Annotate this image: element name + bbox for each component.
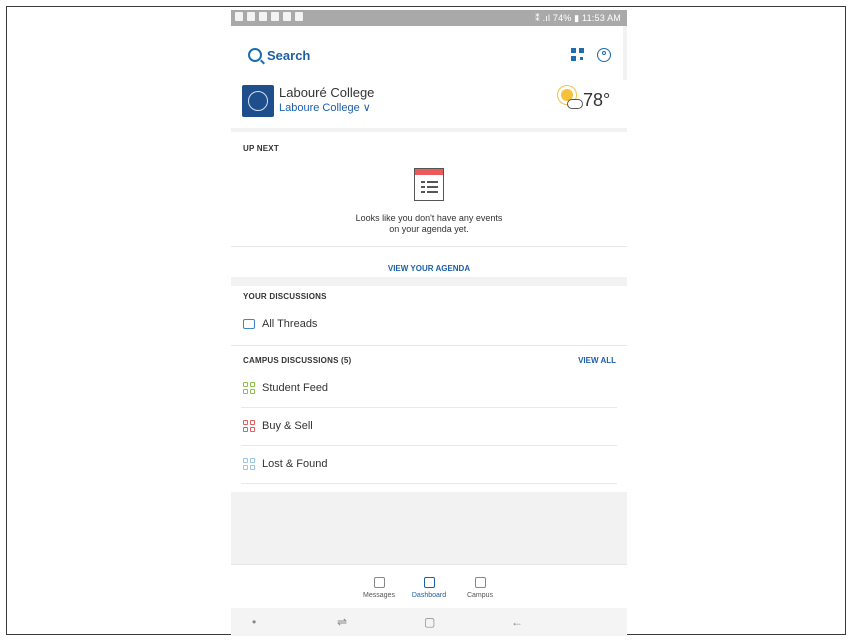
- campus-discussions-title: CAMPUS DISCUSSIONS (5): [243, 356, 352, 365]
- up-next-title: UP NEXT: [243, 144, 279, 153]
- android-icon: [283, 12, 291, 21]
- college-logo: [242, 85, 274, 117]
- college-header: Labouré College Laboure College ∨ 78°: [231, 80, 627, 128]
- empty-agenda-line2: on your agenda yet.: [389, 224, 469, 234]
- phone-screen: ⁑ .ıl 74% ▮ 11:53 AM Search Labouré Coll…: [231, 10, 627, 636]
- divider: [241, 483, 617, 484]
- dot-icon[interactable]: •: [252, 615, 256, 629]
- nav-messages-label: Messages: [363, 592, 395, 599]
- back-icon[interactable]: ←: [511, 615, 523, 629]
- college-selector[interactable]: Laboure College ∨: [279, 101, 371, 114]
- divider: [231, 246, 627, 247]
- weather-cloud-icon: [567, 99, 583, 109]
- campus-grid-icon: [474, 577, 486, 588]
- nav-dashboard-label: Dashboard: [411, 592, 447, 599]
- empty-agenda-line1: Looks like you don't have any events: [355, 213, 503, 223]
- message-icon: [373, 577, 385, 588]
- shield-icon: [295, 12, 303, 21]
- search-bar[interactable]: Search: [231, 26, 623, 80]
- status-right: ⁑ .ıl 74% ▮ 11:53 AM: [535, 13, 621, 23]
- divider: [241, 407, 617, 408]
- view-agenda-button[interactable]: VIEW YOUR AGENDA: [231, 264, 627, 273]
- college-name: Labouré College: [279, 85, 375, 100]
- recents-icon[interactable]: ⇌: [337, 615, 347, 629]
- divider: [231, 345, 627, 346]
- home-icon[interactable]: ▢: [424, 615, 435, 629]
- mail-icon: [235, 12, 243, 21]
- system-navigation-bar: • ⇌ ▢ ←: [231, 608, 627, 636]
- status-bar: ⁑ .ıl 74% ▮ 11:53 AM: [231, 10, 627, 26]
- divider: [241, 445, 617, 446]
- bottom-navigation: Messages Dashboard Campus: [231, 564, 627, 609]
- image-icon: [247, 12, 255, 21]
- lock-icon: [271, 12, 279, 21]
- buy-sell-item[interactable]: Buy & Sell: [262, 420, 313, 432]
- notification-icons: [235, 12, 303, 21]
- student-feed-icon: [243, 382, 256, 395]
- gallery-icon: [259, 12, 267, 21]
- dashboard-icon: [423, 577, 435, 588]
- up-next-card: UP NEXT Looks like you don't have any ev…: [231, 132, 627, 277]
- view-all-button[interactable]: VIEW ALL: [578, 356, 616, 365]
- nav-campus[interactable]: Campus: [450, 565, 510, 599]
- calendar-icon: [414, 168, 444, 201]
- lost-found-icon: [243, 458, 256, 471]
- discussions-card: YOUR DISCUSSIONS All Threads CAMPUS DISC…: [231, 286, 627, 492]
- student-feed-item[interactable]: Student Feed: [262, 382, 328, 394]
- temperature: 78°: [583, 90, 611, 110]
- buy-sell-icon: [243, 420, 256, 433]
- qr-code-icon[interactable]: [571, 48, 584, 61]
- nav-campus-label: Campus: [466, 592, 494, 599]
- search-label: Search: [267, 48, 311, 63]
- search-icon: [248, 48, 262, 62]
- threads-icon: [243, 319, 255, 329]
- your-discussions-title: YOUR DISCUSSIONS: [243, 292, 327, 301]
- all-threads-item[interactable]: All Threads: [262, 318, 317, 330]
- lost-found-item[interactable]: Lost & Found: [262, 458, 327, 470]
- profile-icon[interactable]: [597, 48, 611, 62]
